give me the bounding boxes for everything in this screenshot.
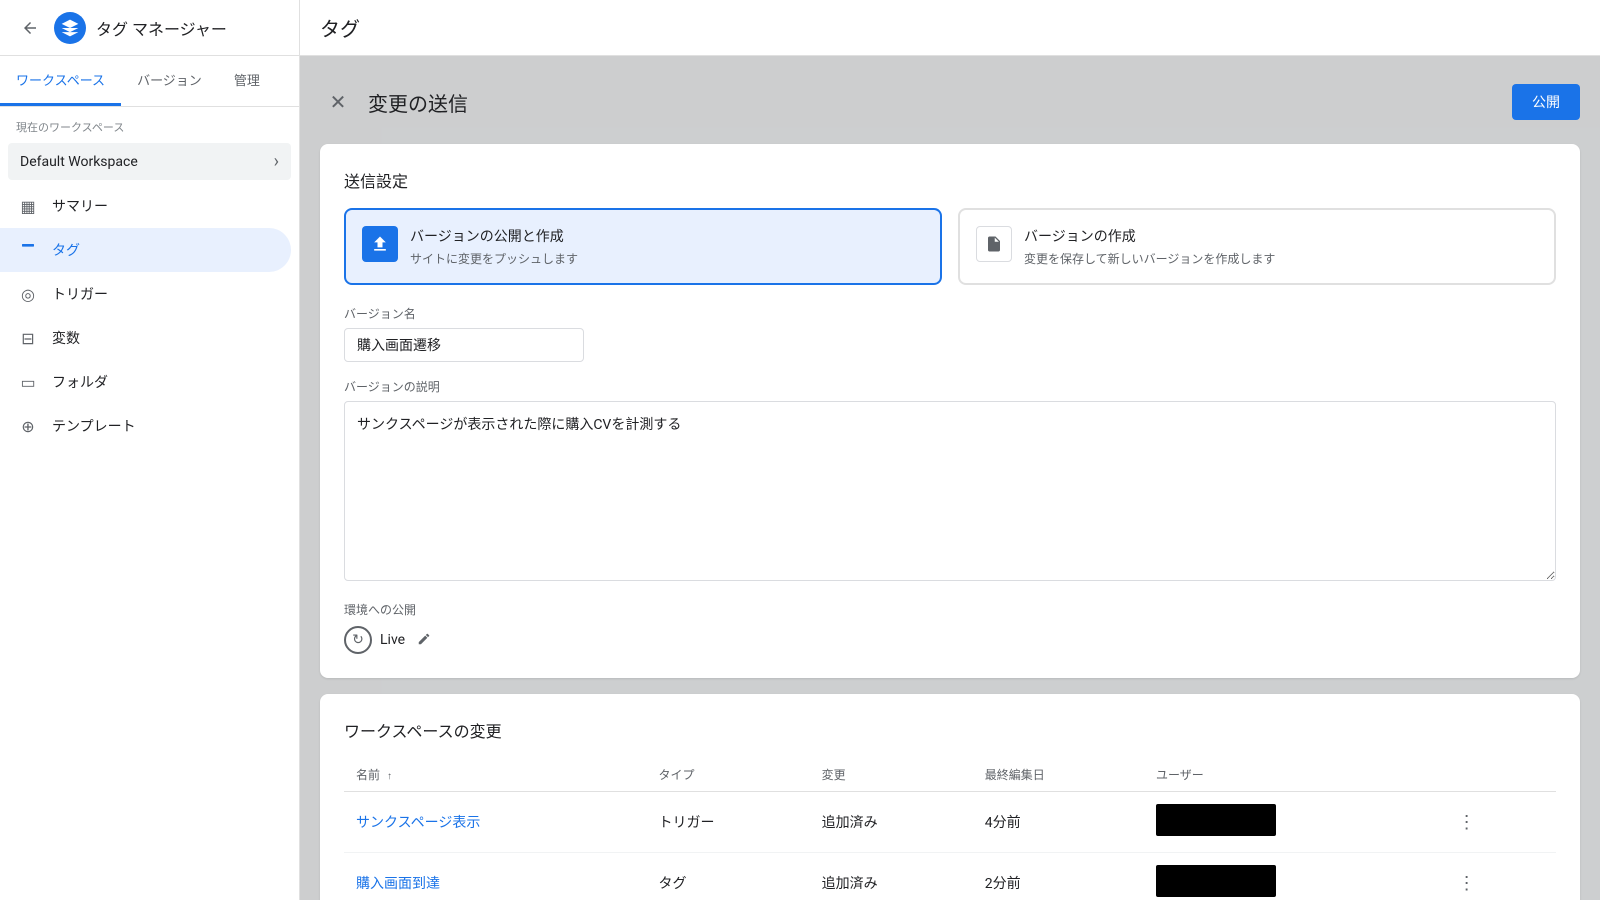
sidebar-item-label: サマリー (52, 196, 108, 216)
change-status: 追加済み (810, 853, 973, 900)
workspace-changes-card: ワークスペースの変更 名前 ↑ タイプ 変更 最終編集日 ユーザー (320, 694, 1580, 900)
change-status: 追加済み (810, 792, 973, 853)
user-avatar (1156, 865, 1276, 897)
sidebar-item-label: 変数 (52, 328, 80, 348)
version-desc-label: バージョンの説明 (344, 378, 1556, 395)
env-label: 環境への公開 (344, 601, 1556, 618)
tab-workspace[interactable]: ワークスペース (0, 56, 121, 106)
more-options-button[interactable]: ⋮ (1450, 869, 1484, 898)
top-bar: タグ マネージャー (0, 0, 299, 56)
change-actions: ⋮ (1438, 853, 1556, 900)
send-settings-card: 送信設定 バージョンの公開と作成 サイトに変更をプッシュします (320, 144, 1580, 678)
summary-icon: ▦ (16, 194, 40, 218)
live-env-icon: ↻ (344, 626, 372, 654)
back-button[interactable] (12, 10, 48, 46)
send-settings-title: 送信設定 (344, 168, 1556, 192)
app-title: タグ マネージャー (96, 16, 227, 40)
table-row: 購入画面到達 タグ 追加済み 2分前 ⋮ (344, 853, 1556, 900)
version-desc-textarea[interactable]: サンクスページが表示された際に購入CVを計測する (344, 401, 1556, 581)
change-name-link[interactable]: サンクスページ表示 (344, 792, 646, 853)
option-publish-and-create[interactable]: バージョンの公開と作成 サイトに変更をプッシュします (344, 208, 942, 285)
sidebar-item-label: テンプレート (52, 416, 136, 436)
option-publish-text: バージョンの公開と作成 サイトに変更をプッシュします (410, 226, 578, 267)
sidebar-item-tags[interactable]: タグ (0, 228, 291, 272)
sidebar-item-folders[interactable]: ▭ フォルダ (0, 360, 291, 404)
change-user (1144, 792, 1438, 853)
trigger-icon: ◎ (16, 282, 40, 306)
sidebar: タグ マネージャー ワークスペース バージョン 管理 現在のワークスペース De… (0, 0, 300, 900)
option-create-version[interactable]: バージョンの作成 変更を保存して新しいバージョンを作成します (958, 208, 1556, 285)
folder-icon: ▭ (16, 370, 40, 394)
main-header-title: タグ (320, 13, 360, 42)
sidebar-item-summary[interactable]: ▦ サマリー (0, 184, 291, 228)
modal-title: 変更の送信 (368, 88, 468, 117)
user-avatar (1156, 804, 1276, 836)
col-header-change: 変更 (810, 758, 973, 792)
main-header: タグ (300, 0, 1600, 56)
template-icon: ⊕ (16, 414, 40, 438)
change-type: タグ (646, 853, 809, 900)
sidebar-item-label: タグ (52, 240, 80, 260)
content-area: ✕ 変更の送信 公開 送信設定 バージョンの公開と作成 サイト (300, 56, 1600, 900)
main-area: タグ ✕ 変更の送信 公開 送信設定 (300, 0, 1600, 900)
col-header-last-edit: 最終編集日 (973, 758, 1144, 792)
change-user (1144, 853, 1438, 900)
col-header-user: ユーザー (1144, 758, 1438, 792)
more-options-button[interactable]: ⋮ (1450, 808, 1484, 837)
close-icon: ✕ (330, 90, 347, 115)
col-header-type: タイプ (646, 758, 809, 792)
col-header-actions (1438, 758, 1556, 792)
tag-icon (16, 238, 40, 262)
sidebar-item-variables[interactable]: ⊟ 変数 (0, 316, 291, 360)
sidebar-item-triggers[interactable]: ◎ トリガー (0, 272, 291, 316)
change-type: トリガー (646, 792, 809, 853)
version-name-label: バージョン名 (344, 305, 1556, 322)
gtm-logo (54, 12, 86, 44)
change-actions: ⋮ (1438, 792, 1556, 853)
submit-modal: ✕ 変更の送信 公開 送信設定 バージョンの公開と作成 サイト (300, 56, 1600, 900)
tab-version[interactable]: バージョン (121, 56, 218, 106)
publish-button[interactable]: 公開 (1512, 84, 1580, 120)
live-env-row: ↻ Live (344, 626, 1556, 654)
changes-table: 名前 ↑ タイプ 変更 最終編集日 ユーザー サンクスページ表示 (344, 758, 1556, 900)
nav-menu: ▦ サマリー タグ ◎ トリガー ⊟ 変数 ▭ フォルダ ⊕ テンプレート (0, 184, 299, 448)
publish-icon (362, 226, 398, 262)
modal-close-button[interactable]: ✕ (320, 84, 356, 120)
option-version-text: バージョンの作成 変更を保存して新しいバージョンを作成します (1024, 226, 1275, 267)
sidebar-item-templates[interactable]: ⊕ テンプレート (0, 404, 291, 448)
change-name-link[interactable]: 購入画面到達 (344, 853, 646, 900)
sidebar-item-label: トリガー (52, 284, 108, 304)
table-row: サンクスページ表示 トリガー 追加済み 4分前 ⋮ (344, 792, 1556, 853)
sort-icon: ↑ (387, 771, 392, 782)
version-name-input[interactable] (344, 328, 584, 362)
workspace-label: 現在のワークスペース (0, 107, 299, 139)
change-last-edit: 4分前 (973, 792, 1144, 853)
variable-icon: ⊟ (16, 326, 40, 350)
workspace-changes-title: ワークスペースの変更 (344, 718, 1556, 742)
col-header-name[interactable]: 名前 ↑ (344, 758, 646, 792)
edit-env-button[interactable] (413, 628, 435, 653)
sidebar-item-label: フォルダ (52, 372, 108, 392)
workspace-chevron-icon: › (274, 151, 279, 172)
version-icon (976, 226, 1012, 262)
option-row: バージョンの公開と作成 サイトに変更をプッシュします バージョンの作成 変更を保… (344, 208, 1556, 285)
modal-header: ✕ 変更の送信 公開 (320, 76, 1580, 128)
workspace-selector[interactable]: Default Workspace › (8, 143, 291, 180)
nav-tabs: ワークスペース バージョン 管理 (0, 56, 299, 107)
tab-admin[interactable]: 管理 (218, 56, 276, 106)
live-env-label: Live (380, 632, 405, 648)
change-last-edit: 2分前 (973, 853, 1144, 900)
workspace-name: Default Workspace (20, 154, 138, 170)
